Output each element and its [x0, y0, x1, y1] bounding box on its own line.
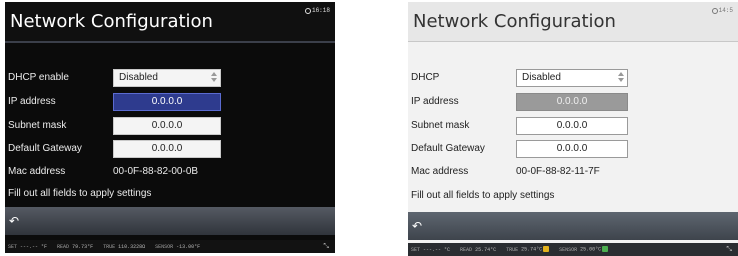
status-read: READ 25.74°C	[460, 246, 497, 253]
row-subnet: Subnet mask 0.0.0.0	[5, 116, 335, 136]
info-message: Fill out all fields to apply settings	[8, 188, 152, 199]
title-bar: Network Configuration 16:18	[5, 2, 335, 43]
ip-address-field[interactable]: 0.0.0.0	[516, 93, 628, 111]
status-true: TRUE 25.74°C	[506, 246, 550, 253]
ip-address-field[interactable]: 0.0.0.0	[113, 93, 221, 111]
subnet-label: Subnet mask	[411, 120, 470, 131]
probe-icon: ⤡	[726, 245, 732, 254]
page-title: Network Configuration	[10, 11, 213, 32]
ip-label: IP address	[411, 96, 459, 107]
row-dhcp: DHCP Disabled	[408, 68, 738, 88]
title-bar: Network Configuration 14:5	[408, 2, 738, 42]
dhcp-label: DHCP enable	[8, 72, 69, 83]
info-message: Fill out all fields to apply settings	[411, 190, 555, 201]
status-bar: SET ---.-- °C READ 25.74°C TRUE 25.74°C …	[408, 243, 738, 256]
default-gateway-field[interactable]: 0.0.0.0	[113, 140, 221, 158]
dhcp-label: DHCP	[411, 72, 440, 83]
page-title: Network Configuration	[413, 11, 616, 32]
row-ip: IP address 0.0.0.0	[5, 92, 335, 112]
row-gateway: Default Gateway 0.0.0.0	[408, 139, 738, 159]
mac-label: Mac address	[411, 166, 469, 177]
spinner-icon	[618, 72, 624, 82]
status-sensor: SENSOR 25.00°C	[559, 246, 609, 253]
true-indicator-icon	[543, 246, 550, 253]
mac-label: Mac address	[8, 166, 66, 177]
row-mac: Mac address 00-0F-88-82-00-0B	[5, 162, 335, 182]
device-screen-light: Network Configuration 14:5 DHCP Disabled…	[408, 2, 738, 256]
default-gateway-field[interactable]: 0.0.0.0	[516, 140, 628, 158]
status-sensor: SENSOR -13.00°F	[155, 243, 201, 250]
status-set: SET ---.-- °C	[411, 246, 451, 253]
dhcp-select-value: Disabled	[119, 72, 158, 83]
subnet-mask-field[interactable]: 0.0.0.0	[516, 117, 628, 135]
row-subnet: Subnet mask 0.0.0.0	[408, 116, 738, 136]
row-mac: Mac address 00-0F-88-82-11-7F	[408, 162, 738, 182]
dhcp-select[interactable]: Disabled	[516, 69, 628, 87]
clock: 16:18	[304, 7, 330, 14]
clock-time: 14:5	[718, 7, 733, 14]
status-true: TRUE 110.3228Ω	[103, 243, 146, 250]
subnet-label: Subnet mask	[8, 120, 67, 131]
gateway-label: Default Gateway	[411, 143, 485, 154]
status-set: SET ---.-- °F	[8, 243, 48, 250]
clock-icon	[304, 7, 311, 14]
back-icon[interactable]: ↶	[9, 214, 19, 228]
mac-address-value: 00-0F-88-82-11-7F	[516, 166, 600, 177]
probe-icon: ⤡	[323, 242, 329, 251]
gateway-label: Default Gateway	[8, 143, 82, 154]
subnet-mask-field[interactable]: 0.0.0.0	[113, 117, 221, 135]
row-message: Fill out all fields to apply settings	[5, 184, 335, 204]
device-screen-dark: Network Configuration 16:18 DHCP enable …	[5, 2, 335, 253]
spinner-icon	[211, 72, 217, 82]
status-read: READ 79.73°F	[57, 243, 94, 250]
nav-bar: ↶	[5, 207, 335, 235]
clock-icon	[711, 7, 718, 14]
dhcp-select-value: Disabled	[522, 72, 561, 83]
back-icon[interactable]: ↶	[412, 219, 422, 233]
row-gateway: Default Gateway 0.0.0.0	[5, 139, 335, 159]
row-ip: IP address 0.0.0.0	[408, 92, 738, 112]
sensor-ok-icon	[602, 246, 609, 253]
dhcp-select[interactable]: Disabled	[113, 69, 221, 87]
row-dhcp: DHCP enable Disabled	[5, 68, 335, 88]
mac-address-value: 00-0F-88-82-00-0B	[113, 166, 199, 177]
nav-bar: ↶	[408, 212, 738, 240]
status-bar: SET ---.-- °F READ 79.73°F TRUE 110.3228…	[5, 240, 335, 253]
clock: 14:5	[711, 7, 733, 14]
row-message: Fill out all fields to apply settings	[408, 186, 738, 206]
ip-label: IP address	[8, 96, 56, 107]
clock-time: 16:18	[311, 7, 330, 14]
